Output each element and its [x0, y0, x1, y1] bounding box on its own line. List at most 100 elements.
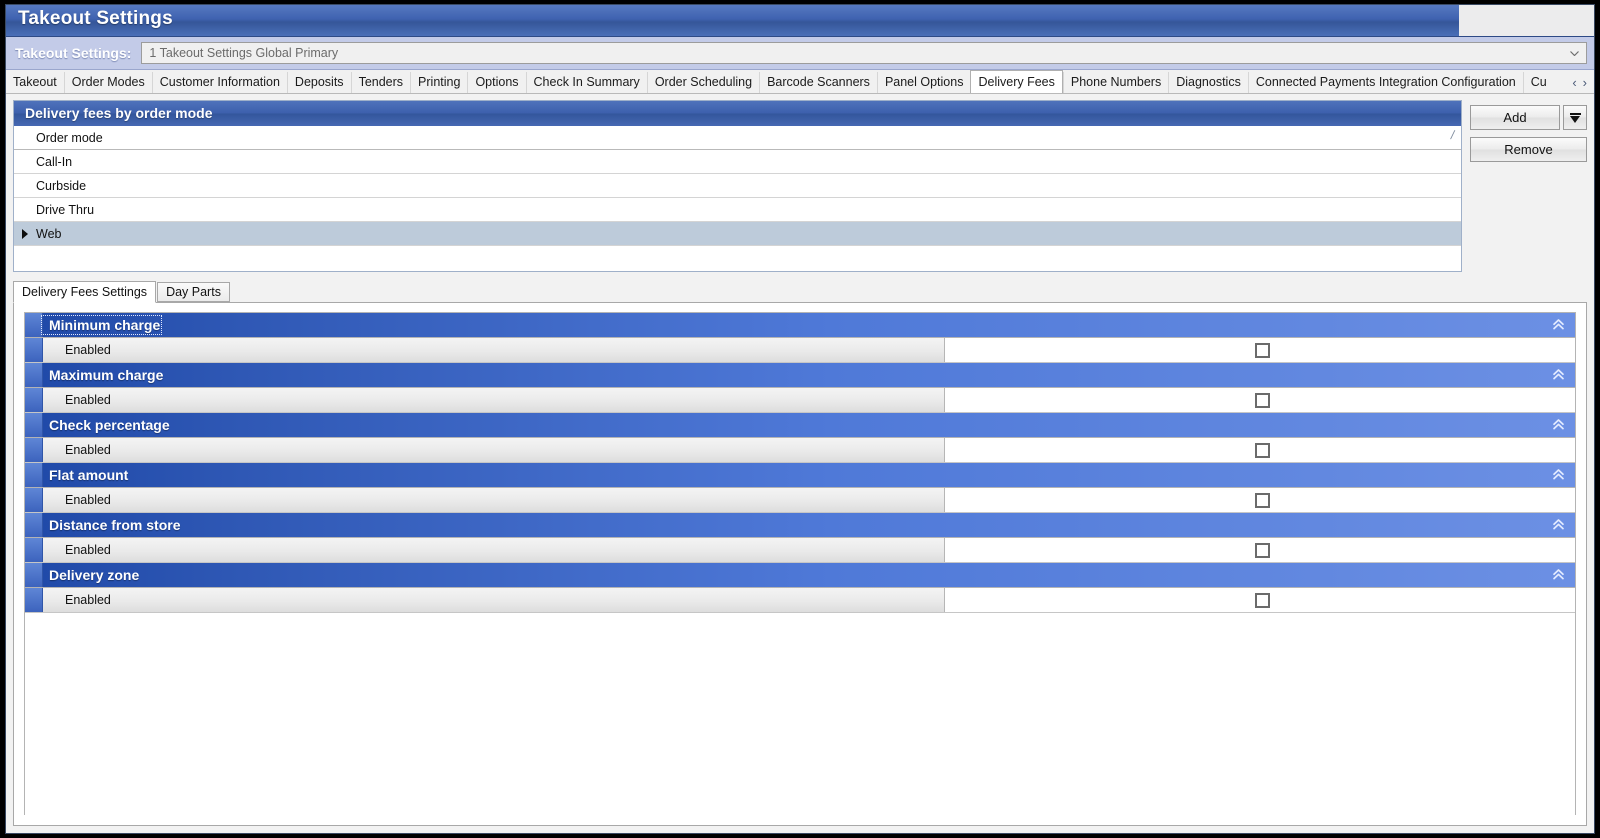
- grid-body: Order mode / Call-In Curbside Drive Thru We…: [14, 126, 1461, 246]
- setting-row-value[interactable]: [945, 588, 1575, 612]
- add-button-row: Add: [1470, 105, 1587, 130]
- enabled-checkbox[interactable]: [1255, 492, 1270, 508]
- collapse-chevron-icon[interactable]: [1552, 418, 1565, 433]
- enabled-checkbox[interactable]: [1255, 592, 1270, 608]
- setting-row-label: Enabled: [43, 538, 945, 562]
- tab-order-scheduling[interactable]: Order Scheduling: [646, 72, 760, 93]
- setting-row-label: Enabled: [43, 488, 945, 512]
- row-selector-arrow-icon: [22, 228, 28, 239]
- section-title: Maximum charge: [49, 367, 164, 383]
- order-mode-label: Web: [36, 226, 62, 241]
- setting-row-value[interactable]: [945, 388, 1575, 412]
- remove-button-label: Remove: [1504, 142, 1553, 157]
- settings-section: Delivery zone Enabled: [25, 563, 1575, 613]
- setting-row-value[interactable]: [945, 538, 1575, 562]
- tab-cu[interactable]: Cu: [1522, 72, 1547, 93]
- table-row[interactable]: Web: [14, 222, 1461, 246]
- tab-panel-options[interactable]: Panel Options: [876, 72, 971, 93]
- collapse-chevron-icon[interactable]: [1552, 568, 1565, 583]
- delivery-fees-settings-panel: Minimum charge Enabled Maximum charge Enabl…: [13, 302, 1587, 826]
- tab-delivery-fees[interactable]: Delivery Fees: [970, 70, 1063, 93]
- section-header[interactable]: Delivery zone: [25, 563, 1575, 588]
- enabled-checkbox[interactable]: [1255, 342, 1270, 358]
- setting-row: Enabled: [25, 388, 1575, 413]
- section-accent-stripe: [25, 563, 43, 587]
- main-tabstrip: Takeout Order Modes Customer Information De…: [6, 70, 1594, 94]
- enabled-checkbox[interactable]: [1255, 442, 1270, 458]
- add-dropdown-button[interactable]: [1563, 105, 1587, 130]
- section-accent-stripe: [25, 363, 43, 387]
- delivery-fees-grid-panel: Delivery fees by order mode Order mode /…: [13, 100, 1462, 272]
- tab-deposits[interactable]: Deposits: [286, 72, 351, 93]
- grid-side-buttons: Add Remove: [1470, 100, 1587, 162]
- section-accent-stripe: [25, 463, 43, 487]
- section-accent-stripe: [25, 438, 43, 462]
- collapse-chevron-icon[interactable]: [1552, 318, 1565, 333]
- tab-phone-numbers[interactable]: Phone Numbers: [1062, 72, 1169, 93]
- collapse-chevron-icon[interactable]: [1552, 368, 1565, 383]
- tab-scroll-next-icon[interactable]: ›: [1580, 76, 1590, 89]
- section-header[interactable]: Flat amount: [25, 463, 1575, 488]
- enabled-checkbox[interactable]: [1255, 392, 1270, 408]
- tab-options[interactable]: Options: [467, 72, 526, 93]
- setting-row: Enabled: [25, 588, 1575, 613]
- remove-button[interactable]: Remove: [1470, 137, 1587, 162]
- tab-diagnostics[interactable]: Diagnostics: [1168, 72, 1248, 93]
- grid-column-header[interactable]: Order mode /: [14, 126, 1461, 150]
- section-accent-stripe: [25, 538, 43, 562]
- tab-tenders[interactable]: Tenders: [350, 72, 411, 93]
- takeout-settings-combobox[interactable]: 1 Takeout Settings Global Primary: [141, 42, 1587, 64]
- chevron-down-icon[interactable]: [1570, 51, 1579, 56]
- setting-row-label: Enabled: [43, 338, 945, 362]
- settings-section: Distance from store Enabled: [25, 513, 1575, 563]
- setting-row-value[interactable]: [945, 438, 1575, 462]
- tab-barcode-scanners[interactable]: Barcode Scanners: [759, 72, 877, 93]
- settings-sections: Minimum charge Enabled Maximum charge Enabl…: [24, 312, 1576, 815]
- setting-row-value[interactable]: [945, 488, 1575, 512]
- tab-printing[interactable]: Printing: [410, 72, 468, 93]
- tab-takeout[interactable]: Takeout: [6, 72, 64, 93]
- section-title: Distance from store: [49, 517, 181, 533]
- section-header[interactable]: Maximum charge: [25, 363, 1575, 388]
- order-mode-grid-area: Delivery fees by order mode Order mode /…: [13, 100, 1587, 272]
- settings-section: Maximum charge Enabled: [25, 363, 1575, 413]
- setting-row-value[interactable]: [945, 338, 1575, 362]
- section-accent-stripe: [25, 588, 43, 612]
- grid-caption: Delivery fees by order mode: [14, 101, 1461, 126]
- content-area: Delivery fees by order mode Order mode /…: [6, 94, 1594, 833]
- collapse-chevron-icon[interactable]: [1552, 468, 1565, 483]
- setting-row: Enabled: [25, 338, 1575, 363]
- settings-section: Check percentage Enabled: [25, 413, 1575, 463]
- order-mode-label: Call-In: [36, 154, 73, 169]
- tab-scroll-prev-icon[interactable]: ‹: [1569, 76, 1579, 89]
- settings-selector-bar: Takeout Settings: 1 Takeout Settings Glo…: [6, 37, 1594, 70]
- table-row[interactable]: Call-In: [14, 150, 1461, 174]
- add-button[interactable]: Add: [1470, 105, 1560, 130]
- settings-section: Flat amount Enabled: [25, 463, 1575, 513]
- section-accent-stripe: [25, 388, 43, 412]
- window-titlebar: Takeout Settings: [6, 5, 1594, 37]
- grid-empty-filler: [14, 246, 1461, 271]
- inner-tabstrip: Delivery Fees Settings Day Parts: [13, 280, 1587, 303]
- titlebar-background: [6, 5, 1459, 36]
- combobox-value: 1 Takeout Settings Global Primary: [149, 46, 339, 60]
- tab-connected-payments-integration-configuration[interactable]: Connected Payments Integration Configura…: [1247, 72, 1523, 93]
- table-row[interactable]: Drive Thru: [14, 198, 1461, 222]
- tab-order-modes[interactable]: Order Modes: [63, 72, 152, 93]
- section-header[interactable]: Distance from store: [25, 513, 1575, 538]
- inner-tab-day-parts[interactable]: Day Parts: [157, 282, 230, 302]
- section-header[interactable]: Check percentage: [25, 413, 1575, 438]
- tab-check-in-summary[interactable]: Check In Summary: [525, 72, 647, 93]
- tabstrip-nav: ‹ ›: [1565, 72, 1594, 93]
- grid-column-header-label: Order mode: [36, 130, 103, 145]
- enabled-checkbox[interactable]: [1255, 542, 1270, 558]
- section-accent-stripe: [25, 413, 43, 437]
- section-title: Flat amount: [49, 467, 129, 483]
- inner-tab-delivery-fees-settings[interactable]: Delivery Fees Settings: [13, 281, 157, 303]
- section-header[interactable]: Minimum charge: [25, 313, 1575, 338]
- section-title: Minimum charge: [40, 315, 163, 335]
- table-row[interactable]: Curbside: [14, 174, 1461, 198]
- page-title: Takeout Settings: [18, 8, 173, 29]
- tab-customer-information[interactable]: Customer Information: [151, 72, 287, 93]
- collapse-chevron-icon[interactable]: [1552, 518, 1565, 533]
